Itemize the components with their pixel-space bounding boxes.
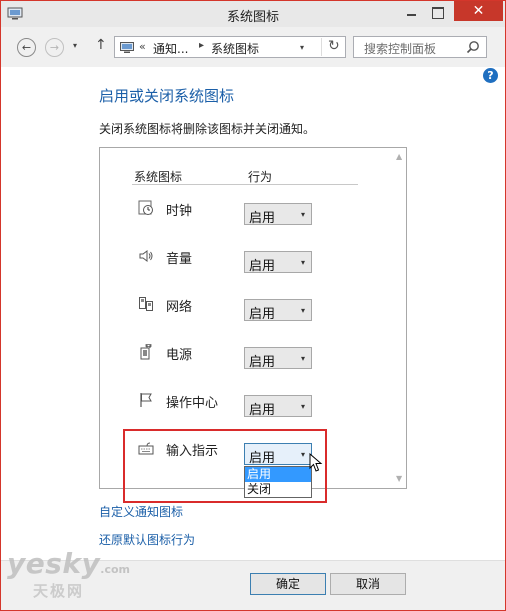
network-icon <box>139 297 153 311</box>
address-dropdown-icon[interactable]: ▾ <box>300 43 304 52</box>
help-icon[interactable]: ? <box>483 68 498 83</box>
customize-notification-icons-link[interactable]: 自定义通知图标 <box>99 503 183 520</box>
row-label-power: 电源 <box>166 348 193 363</box>
row-label-network: 网络 <box>166 300 193 315</box>
row-label-clock: 时钟 <box>166 204 193 219</box>
address-bar[interactable]: « 通知... ▸ 系统图标 ▾ ↻ <box>114 36 346 58</box>
breadcrumb-system-icons[interactable]: 系统图标 <box>211 40 259 57</box>
forward-button[interactable]: → <box>45 38 64 57</box>
behavior-dropdown-list: 启用 关闭 <box>244 466 312 498</box>
address-overflow-chevron[interactable]: « <box>139 40 146 53</box>
breadcrumb-separator[interactable]: ▸ <box>199 40 204 51</box>
refresh-icon[interactable]: ↻ <box>321 38 340 56</box>
dropdown-option-disable[interactable]: 关闭 <box>245 482 311 497</box>
control-panel-icon <box>120 42 134 53</box>
row-label-input-indicator: 输入指示 <box>166 444 219 459</box>
chevron-down-icon: ▾ <box>300 306 305 315</box>
system-icons-list: ▲ ▼ 系统图标 行为 时钟 启用 ▾ 音量 启用 ▾ 网络 启用 ▾ 电源 启… <box>99 147 407 498</box>
dropdown-option-enable[interactable]: 启用 <box>245 467 311 482</box>
action-center-behavior-select[interactable]: 启用 ▾ <box>244 395 312 418</box>
search-input[interactable]: 搜索控制面板 <box>353 36 487 58</box>
scroll-down-arrow[interactable]: ▼ <box>396 474 402 483</box>
clock-icon <box>138 200 153 215</box>
mouse-cursor-icon <box>309 453 323 472</box>
column-header-behavior: 行为 <box>248 170 273 184</box>
header-divider <box>132 184 358 185</box>
chevron-down-icon: ▾ <box>300 402 305 411</box>
keyboard-icon <box>138 442 154 455</box>
back-button[interactable]: ← <box>17 38 36 57</box>
chevron-down-icon: ▾ <box>300 354 305 363</box>
dialog-footer: 确定 取消 <box>1 560 505 610</box>
title-bar[interactable]: 系统图标 ✕ <box>1 1 505 27</box>
chevron-down-icon: ▾ <box>300 450 305 459</box>
power-icon <box>140 344 152 360</box>
row-label-action-center: 操作中心 <box>166 396 219 411</box>
recent-locations-dropdown[interactable]: ▾ <box>73 41 77 50</box>
input-indicator-behavior-select[interactable]: 启用 ▾ <box>244 443 312 466</box>
chevron-down-icon: ▾ <box>300 258 305 267</box>
maximize-button[interactable] <box>425 3 449 21</box>
main-content: ? 启用或关闭系统图标 关闭系统图标将删除该图标并关闭通知。 ▲ ▼ 系统图标 … <box>1 67 505 560</box>
page-description: 关闭系统图标将删除该图标并关闭通知。 <box>99 122 316 136</box>
page-title: 启用或关闭系统图标 <box>99 87 235 105</box>
navigation-bar: ← → ▾ ↑ « 通知... ▸ 系统图标 ▾ ↻ 搜索控制面板 <box>1 27 505 67</box>
row-label-volume: 音量 <box>166 252 193 267</box>
search-icon[interactable] <box>466 40 480 54</box>
ok-button[interactable]: 确定 <box>250 573 326 595</box>
restore-default-behaviors-link[interactable]: 还原默认图标行为 <box>99 531 195 548</box>
scroll-up-arrow[interactable]: ▲ <box>396 152 402 161</box>
volume-behavior-select[interactable]: 启用 ▾ <box>244 251 312 274</box>
speaker-icon <box>139 250 153 262</box>
clock-behavior-select[interactable]: 启用 ▾ <box>244 203 312 226</box>
cancel-button[interactable]: 取消 <box>330 573 406 595</box>
up-button[interactable]: ↑ <box>95 37 107 53</box>
close-button[interactable]: ✕ <box>454 1 503 21</box>
column-header-system-icon: 系统图标 <box>134 170 183 184</box>
minimize-button[interactable] <box>399 3 423 21</box>
search-placeholder: 搜索控制面板 <box>364 42 437 56</box>
breadcrumb-notification[interactable]: 通知... <box>153 40 188 57</box>
flag-icon <box>140 393 152 407</box>
system-icons-window: 系统图标 ✕ ← → ▾ ↑ « 通知... ▸ 系统图标 ▾ ↻ 搜索控制面板 <box>0 0 506 611</box>
chevron-down-icon: ▾ <box>300 210 305 219</box>
network-behavior-select[interactable]: 启用 ▾ <box>244 299 312 322</box>
power-behavior-select[interactable]: 启用 ▾ <box>244 347 312 370</box>
scrollbar[interactable]: ▲ ▼ <box>393 148 406 488</box>
